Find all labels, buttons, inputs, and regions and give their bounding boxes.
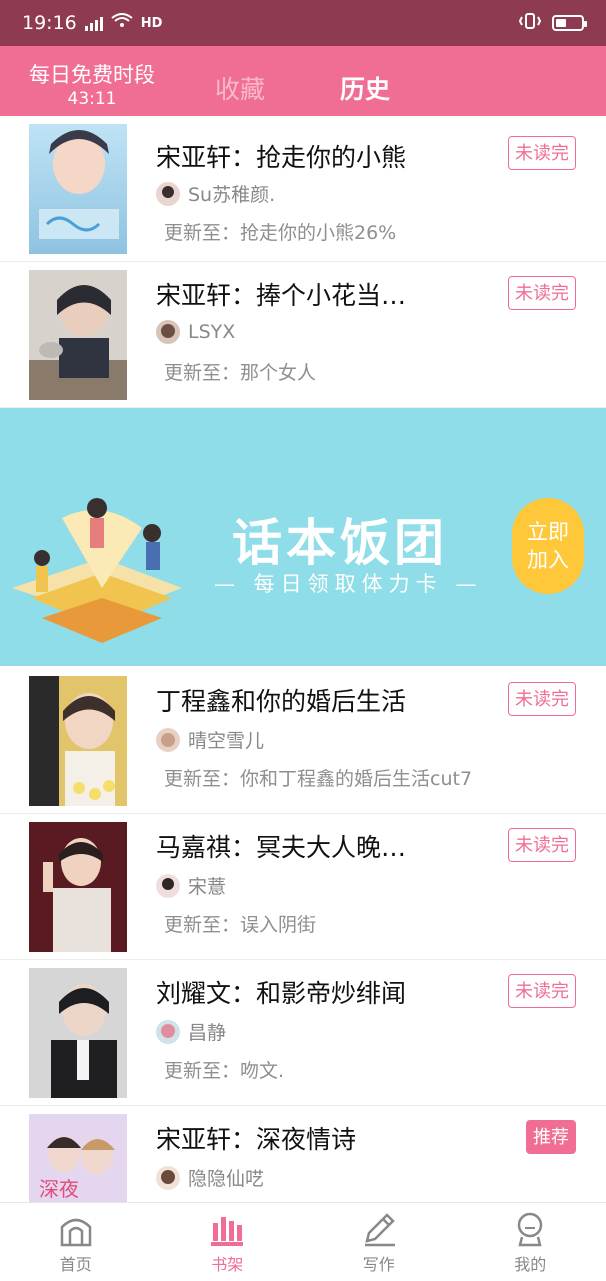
nav-profile[interactable]: 我的 — [455, 1203, 606, 1281]
book-item[interactable]: 马嘉祺：冥夫大人晚… 宋薏 更新至：误入阴街 未读完 — [0, 814, 606, 960]
banner-title: 话本饭团 — [232, 503, 448, 575]
book-item[interactable]: 丁程鑫和你的婚后生活 晴空雪儿 更新至：你和丁程鑫的婚后生活cut7 未读完 — [0, 668, 606, 814]
book-item[interactable]: 刘耀文：和影帝炒绯闻 昌静 更新至：吻文. 未读完 — [0, 960, 606, 1106]
book-title: 宋亚轩：抢走你的小熊 — [156, 138, 406, 174]
author-name: Su苏稚颜. — [188, 180, 275, 207]
author-name: 宋薏 — [188, 872, 226, 899]
book-title: 丁程鑫和你的婚后生活 — [156, 682, 406, 718]
status-time: 19:16 — [22, 12, 77, 34]
book-cover — [29, 676, 127, 806]
author-name: 晴空雪儿 — [188, 726, 264, 753]
free-time-block[interactable]: 每日免费时段 43:11 — [26, 62, 158, 110]
unread-badge: 未读完 — [508, 136, 576, 170]
book-title: 刘耀文：和影帝炒绯闻 — [156, 974, 406, 1010]
wifi-icon — [111, 12, 133, 34]
unread-badge: 未读完 — [508, 276, 576, 310]
banner-subtitle: — 每日领取体力卡 — — [214, 568, 482, 598]
book-author: 隐隐仙呓 — [156, 1164, 264, 1191]
tab-favorites[interactable]: 收藏 — [215, 70, 265, 106]
nav-bookshelf[interactable]: 书架 — [152, 1203, 304, 1281]
book-cover — [29, 124, 127, 254]
book-author: 晴空雪儿 — [156, 726, 264, 753]
book-item[interactable]: 深夜 宋亚轩：深夜情诗 隐隐仙呓 推荐 — [0, 1106, 606, 1202]
profile-icon — [512, 1211, 548, 1247]
book-cover — [29, 270, 127, 400]
bookshelf-icon — [209, 1211, 245, 1247]
pencil-icon — [361, 1211, 397, 1247]
nav-bookshelf-label: 书架 — [211, 1251, 243, 1275]
nav-write-label: 写作 — [363, 1251, 395, 1275]
join-button-line2: 加入 — [527, 546, 569, 574]
book-author: LSYX — [156, 320, 235, 344]
author-avatar — [156, 1020, 180, 1044]
book-item[interactable]: 宋亚轩：捧个小花当… LSYX 更新至：那个女人 未读完 — [0, 262, 606, 408]
join-now-button[interactable]: 立即 加入 — [512, 498, 584, 594]
tab-history[interactable]: 历史 — [340, 70, 390, 106]
banner-illustration — [2, 478, 202, 666]
author-name: 昌静 — [188, 1018, 226, 1045]
book-title: 宋亚轩：捧个小花当… — [156, 276, 406, 312]
book-cover — [29, 822, 127, 952]
book-title: 马嘉祺：冥夫大人晚… — [156, 828, 406, 864]
recommend-badge: 推荐 — [526, 1120, 576, 1154]
free-time-label: 每日免费时段 — [26, 62, 158, 88]
book-author: 宋薏 — [156, 872, 226, 899]
hd-indicator: HD — [141, 16, 163, 31]
free-time-countdown: 43:11 — [26, 88, 158, 110]
book-update: 更新至：抢走你的小熊26% — [164, 218, 396, 245]
nav-profile-label: 我的 — [514, 1251, 546, 1275]
nav-home-label: 首页 — [60, 1251, 92, 1275]
book-item[interactable]: 宋亚轩：抢走你的小熊 Su苏稚颜. 更新至：抢走你的小熊26% 未读完 — [0, 116, 606, 262]
book-cover: 深夜 — [29, 1114, 127, 1202]
unread-badge: 未读完 — [508, 828, 576, 862]
author-avatar — [156, 1166, 180, 1190]
nav-home[interactable]: 首页 — [0, 1203, 152, 1281]
book-cover — [29, 968, 127, 1098]
unread-badge: 未读完 — [508, 682, 576, 716]
bottom-nav: 首页 书架 写作 我的 — [0, 1202, 606, 1281]
book-author: 昌静 — [156, 1018, 226, 1045]
author-avatar — [156, 874, 180, 898]
author-name: LSYX — [188, 321, 235, 343]
signal-icon — [85, 15, 103, 31]
author-avatar — [156, 182, 180, 206]
join-button-line1: 立即 — [527, 518, 569, 546]
author-name: 隐隐仙呓 — [188, 1164, 264, 1191]
top-header: 每日免费时段 43:11 收藏 历史 — [0, 46, 606, 126]
battery-icon — [552, 15, 584, 31]
unread-badge: 未读完 — [508, 974, 576, 1008]
status-bar: 19:16 HD — [0, 0, 606, 46]
vibrate-icon — [518, 12, 542, 35]
book-update: 更新至：误入阴街 — [164, 910, 316, 937]
book-author: Su苏稚颜. — [156, 180, 275, 207]
book-update: 更新至：你和丁程鑫的婚后生活cut7 — [164, 764, 472, 791]
book-title: 宋亚轩：深夜情诗 — [156, 1120, 356, 1156]
promo-banner[interactable]: 话本饭团 — 每日领取体力卡 — 立即 加入 — [0, 408, 606, 666]
home-icon — [58, 1211, 94, 1247]
author-avatar — [156, 728, 180, 752]
book-update: 更新至：吻文. — [164, 1056, 284, 1083]
author-avatar — [156, 320, 180, 344]
svg-text:深夜: 深夜 — [39, 1177, 79, 1201]
book-update: 更新至：那个女人 — [164, 358, 316, 385]
nav-write[interactable]: 写作 — [303, 1203, 455, 1281]
